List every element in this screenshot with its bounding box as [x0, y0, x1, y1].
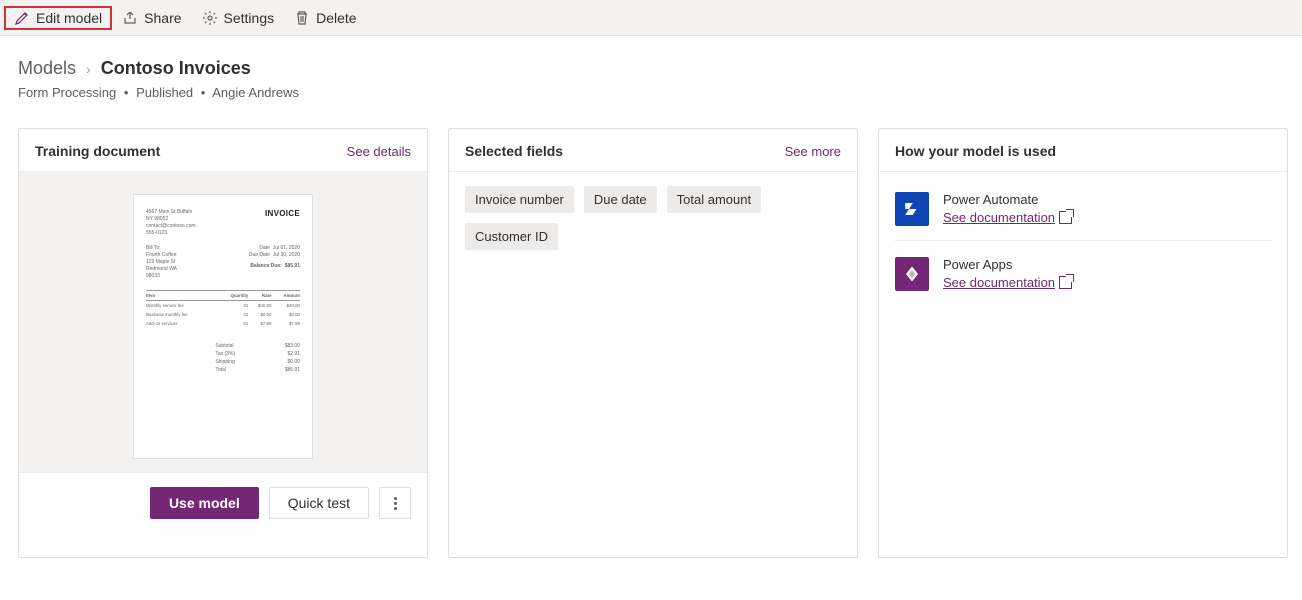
see-documentation-link[interactable]: See documentation — [943, 210, 1072, 225]
training-document-card: Training document See details 4567 Main … — [18, 128, 428, 558]
vertical-dots-icon — [394, 497, 397, 510]
command-bar: Edit model Share Settings Delete — [0, 0, 1302, 36]
external-link-icon — [1059, 211, 1072, 224]
card-title: Selected fields — [465, 143, 563, 159]
usage-item-power-automate: Power Automate See documentation — [895, 186, 1271, 241]
invoice-thumbnail: 4567 Main St Buffalo NY 98052 contact@co… — [133, 194, 313, 459]
edit-model-button[interactable]: Edit model — [4, 6, 112, 30]
page-content: Models › Contoso Invoices Form Processin… — [0, 36, 1302, 586]
share-label: Share — [144, 10, 181, 26]
field-chip-list: Invoice number Due date Total amount Cus… — [465, 186, 841, 250]
external-link-icon — [1059, 276, 1072, 289]
card-header: Training document See details — [19, 129, 427, 172]
model-usage-card: How your model is used Power Automate Se… — [878, 128, 1288, 558]
field-chip: Due date — [584, 186, 657, 213]
edit-model-label: Edit model — [36, 10, 102, 26]
trash-icon — [294, 10, 310, 26]
model-status: Published — [136, 85, 193, 100]
see-details-link[interactable]: See details — [347, 144, 411, 159]
page-title: Contoso Invoices — [101, 58, 251, 79]
card-header: Selected fields See more — [449, 129, 857, 172]
usage-title: Power Apps — [943, 257, 1072, 272]
settings-label: Settings — [224, 10, 275, 26]
use-model-button[interactable]: Use model — [150, 487, 259, 519]
breadcrumb-root[interactable]: Models — [18, 58, 76, 79]
more-actions-button[interactable] — [379, 487, 411, 519]
share-icon — [122, 10, 138, 26]
card-title: How your model is used — [895, 143, 1056, 159]
card-title: Training document — [35, 143, 160, 159]
field-chip: Total amount — [667, 186, 761, 213]
model-owner: Angie Andrews — [212, 85, 299, 100]
chevron-right-icon: › — [86, 61, 91, 77]
field-chip: Invoice number — [465, 186, 574, 213]
usage-item-power-apps: Power Apps See documentation — [895, 251, 1271, 305]
field-chip: Customer ID — [465, 223, 558, 250]
model-type: Form Processing — [18, 85, 116, 100]
usage-title: Power Automate — [943, 192, 1072, 207]
settings-button[interactable]: Settings — [192, 6, 285, 30]
delete-button[interactable]: Delete — [284, 6, 366, 30]
document-preview[interactable]: 4567 Main St Buffalo NY 98052 contact@co… — [19, 172, 427, 472]
see-documentation-link[interactable]: See documentation — [943, 275, 1072, 290]
card-header: How your model is used — [879, 129, 1287, 172]
power-automate-icon — [895, 192, 929, 226]
model-meta: Form Processing • Published • Angie Andr… — [18, 85, 1284, 100]
power-apps-icon — [895, 257, 929, 291]
delete-label: Delete — [316, 10, 356, 26]
quick-test-button[interactable]: Quick test — [269, 487, 369, 519]
breadcrumb: Models › Contoso Invoices — [18, 58, 1284, 79]
card-footer: Use model Quick test — [19, 472, 427, 533]
selected-fields-card: Selected fields See more Invoice number … — [448, 128, 858, 558]
gear-icon — [202, 10, 218, 26]
see-more-link[interactable]: See more — [785, 144, 841, 159]
cards-row: Training document See details 4567 Main … — [18, 128, 1284, 558]
share-button[interactable]: Share — [112, 6, 191, 30]
pencil-icon — [14, 10, 30, 26]
